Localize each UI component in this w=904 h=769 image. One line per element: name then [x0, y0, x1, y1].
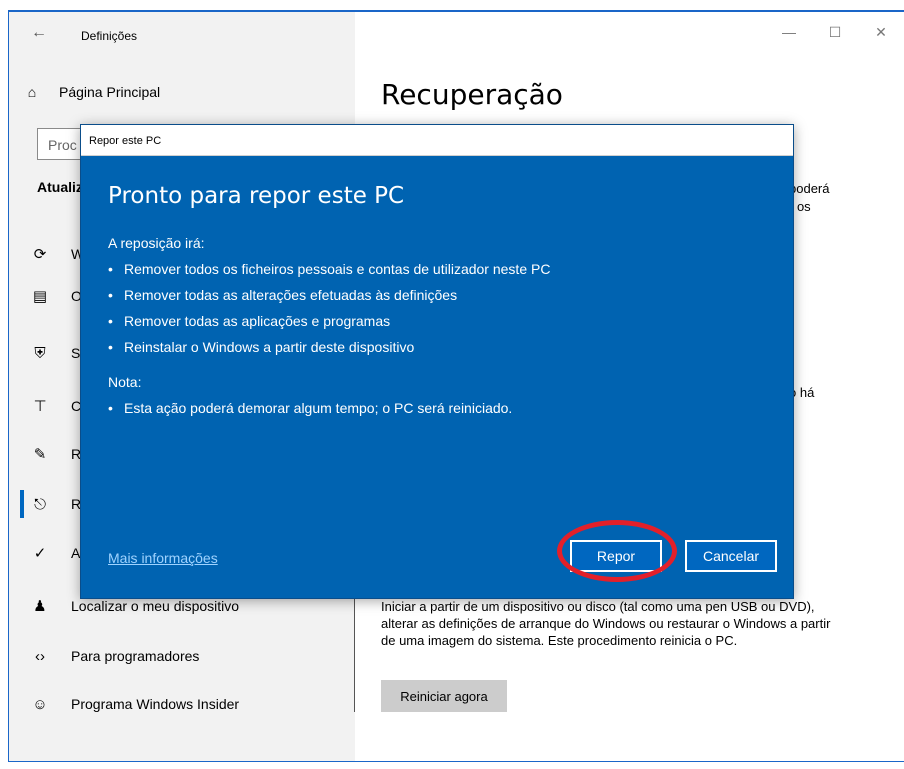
sidebar-item-label: A: [71, 545, 81, 561]
dialog-note: Nota: • Esta ação poderá demorar algum te…: [108, 369, 512, 421]
background-text-fragment: poderá: [789, 181, 830, 196]
cancel-button[interactable]: Cancelar: [685, 540, 777, 572]
note-text: Esta ação poderá demorar algum tempo; o …: [124, 400, 513, 416]
sidebar-item-windows-update[interactable]: ⟳ W: [31, 242, 85, 266]
bullet-text: Reinstalar o Windows a partir deste disp…: [124, 339, 415, 355]
list-item: • Reinstalar o Windows a partir deste dis…: [108, 334, 550, 360]
dialog-heading: Pronto para repor este PC: [108, 183, 405, 209]
sidebar-item-backup[interactable]: ⊤ C: [31, 394, 81, 418]
insider-icon: ☺: [32, 695, 48, 713]
dialog-title: Repor este PC: [81, 125, 793, 156]
restart-now-button[interactable]: Reiniciar agora: [381, 680, 507, 712]
sidebar-item-label: Programa Windows Insider: [71, 696, 240, 712]
selected-indicator: [20, 490, 24, 518]
home-icon: ⌂: [27, 84, 37, 100]
section-title: Atualiz: [37, 179, 83, 195]
list-item: • Remover todas as aplicações e programas: [108, 308, 550, 334]
reset-pc-dialog: Repor este PC Pronto para repor este PC …: [80, 124, 794, 599]
sidebar-item-activation[interactable]: ✓ A: [31, 541, 81, 565]
window-controls: — ☐ ✕: [766, 12, 904, 52]
recovery-icon: ⎋: [34, 495, 46, 513]
list-item: • Esta ação poderá demorar algum tempo; o…: [108, 395, 512, 421]
wrench-icon: ✎: [33, 446, 47, 463]
bullet-text: Remover todas as aplicações e programas: [124, 313, 391, 329]
sidebar-item-label: Para programadores: [71, 648, 200, 664]
window-title: Definições: [81, 29, 138, 43]
shield-icon: ⛨: [34, 344, 46, 362]
sidebar-item-label: Localizar o meu dispositivo: [71, 598, 240, 614]
backup-icon: ⊤: [33, 398, 47, 415]
home-label: Página Principal: [59, 84, 161, 100]
sidebar-item-developers[interactable]: ‹› Para programadores: [31, 644, 199, 668]
developer-icon: ‹›: [35, 647, 45, 665]
close-icon[interactable]: ✕: [858, 12, 904, 52]
sync-icon: ⟳: [33, 246, 47, 263]
bullet-text: Remover todas as alterações efetuadas às…: [124, 287, 458, 303]
home-nav-item[interactable]: ⌂ Página Principal: [23, 84, 160, 100]
bullet-text: Remover todos os ficheiros pessoais e co…: [124, 261, 551, 277]
note-label: Nota:: [108, 374, 142, 390]
highlight-annotation: [557, 520, 677, 582]
list-item: • Remover todas as alterações efetuadas à…: [108, 282, 550, 308]
maximize-icon[interactable]: ☐: [812, 12, 858, 52]
sidebar-item-delivery-optimization[interactable]: ▤ O: [31, 284, 82, 308]
minimize-icon[interactable]: —: [766, 12, 812, 52]
dialog-body: A reposição irá: • Remover todos os fiche…: [108, 230, 550, 360]
sidebar-item-label: S: [71, 345, 81, 361]
find-device-icon: ♟: [33, 598, 47, 615]
sidebar-item-recovery[interactable]: ⎋ R: [31, 492, 81, 516]
sidebar-item-insider[interactable]: ☺ Programa Windows Insider: [31, 692, 239, 716]
sidebar-item-security[interactable]: ⛨ S: [31, 341, 80, 365]
dialog-intro: A reposição irá:: [108, 235, 205, 251]
activation-icon: ✓: [33, 545, 47, 562]
more-info-link[interactable]: Mais informações: [108, 550, 218, 566]
list-item: • Remover todos os ficheiros pessoais e c…: [108, 256, 550, 282]
back-arrow-icon[interactable]: ←: [31, 24, 47, 42]
advanced-startup-description: Iniciar a partir de um dispositivo ou di…: [381, 599, 831, 648]
sidebar-item-troubleshoot[interactable]: ✎ R: [31, 442, 81, 466]
delivery-optimization-icon: ▤: [32, 288, 48, 305]
page-title: Recuperação: [381, 78, 563, 111]
